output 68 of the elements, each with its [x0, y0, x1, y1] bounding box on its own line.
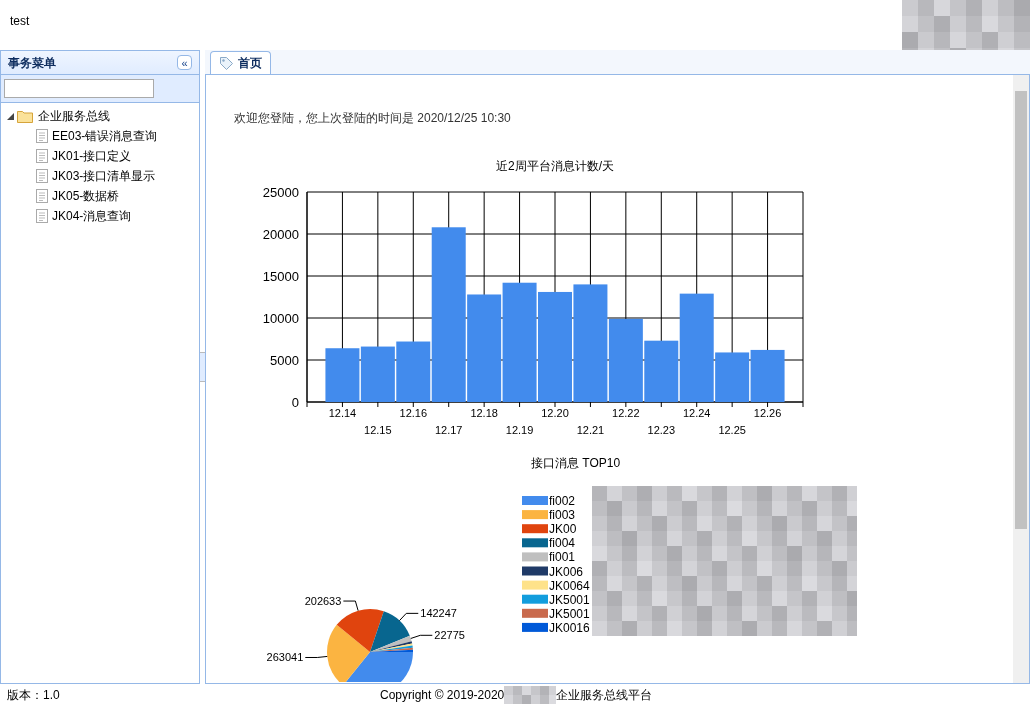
- tag-icon: [219, 55, 234, 71]
- y-tick-label: 20000: [262, 227, 299, 242]
- tab[interactable]: 首页: [210, 51, 271, 74]
- legend-label: JK00: [549, 522, 577, 537]
- legend-label: JK5001: [549, 606, 590, 621]
- bar: [325, 348, 360, 402]
- tree-item[interactable]: JK03-接口清单显示: [52, 167, 156, 185]
- x-tick-label: 12.20: [541, 407, 569, 419]
- legend-label: fi001: [549, 550, 576, 565]
- slice-value-label: 22775: [434, 629, 465, 642]
- y-tick-label: 15000: [262, 269, 299, 284]
- expand-triangle-icon[interactable]: [7, 112, 14, 120]
- scrollbar[interactable]: [1013, 75, 1029, 683]
- search-field[interactable]: [4, 79, 154, 98]
- legend-label: fi004: [549, 536, 576, 551]
- slice-value-label: 263041: [266, 651, 304, 664]
- tree-item[interactable]: JK04-消息查询: [52, 207, 132, 225]
- bar: [360, 346, 395, 402]
- collapse-button[interactable]: «: [177, 55, 192, 70]
- legend-label: fi003: [549, 508, 576, 523]
- tree-item[interactable]: JK01-接口定义: [52, 147, 132, 165]
- document-icon: [36, 209, 48, 223]
- slice-value-label: 202633: [304, 595, 342, 608]
- leader-line: [410, 634, 433, 639]
- chart-title: 接口消息 TOP10: [531, 456, 621, 470]
- splitter-handle[interactable]: [200, 352, 205, 382]
- document-icon: [36, 149, 48, 163]
- version-text: 版本：1.0: [6, 687, 61, 704]
- y-tick-label: 5000: [270, 353, 299, 368]
- document-icon: [36, 129, 48, 143]
- x-tick-label: 12.25: [718, 424, 746, 436]
- tree-item[interactable]: EE03-错误消息查询: [52, 127, 158, 145]
- chart-title: 近2周平台消息计数/天: [496, 159, 614, 173]
- legend-label: JK0016: [549, 620, 590, 635]
- tree-item[interactable]: 企业服务总线: [36, 107, 110, 125]
- welcome-text: 欢迎您登陆，您上次登陆的时间是 2020/12/25 10:30: [233, 110, 512, 127]
- app-title: test: [9, 13, 30, 30]
- x-tick-label: 12.16: [399, 407, 428, 419]
- panel-title: 事务菜单: [8, 54, 56, 72]
- slice-value-label: 142247: [420, 607, 457, 620]
- legend-label: JK5001: [549, 592, 590, 607]
- x-tick-label: 12.17: [434, 424, 463, 436]
- x-tick-label: 12.26: [753, 407, 782, 419]
- document-icon: [36, 189, 48, 203]
- legend-label: JK006: [549, 564, 584, 579]
- bar: [750, 349, 785, 402]
- x-tick-label: 12.15: [364, 424, 392, 436]
- x-tick-label: 12.24: [682, 407, 711, 419]
- x-tick-label: 12.14: [328, 407, 357, 419]
- document-icon: [36, 169, 48, 183]
- copyright-text: Copyright © 2019-2020: [380, 687, 505, 704]
- x-tick-label: 12.22: [612, 407, 640, 419]
- x-tick-label: 12.23: [647, 424, 676, 436]
- platform-name: 企业服务总线平台: [556, 687, 653, 704]
- pixelated-mosaic-drawing: [504, 686, 557, 704]
- tree-item[interactable]: JK05-数据桥: [52, 187, 120, 205]
- legend-label: fi002: [549, 494, 576, 508]
- legend-label: JK0064: [549, 578, 590, 593]
- leader-line: [304, 655, 328, 658]
- y-tick-label: 0: [291, 395, 299, 410]
- x-tick-label: 12.18: [470, 407, 498, 419]
- y-tick-label: 25000: [262, 185, 299, 200]
- x-tick-label: 12.19: [505, 424, 534, 436]
- leader-line: [342, 600, 359, 612]
- y-tick-label: 10000: [262, 311, 299, 326]
- leader-line: [398, 612, 419, 622]
- folder-icon: [17, 109, 33, 123]
- x-tick-label: 12.21: [576, 424, 605, 436]
